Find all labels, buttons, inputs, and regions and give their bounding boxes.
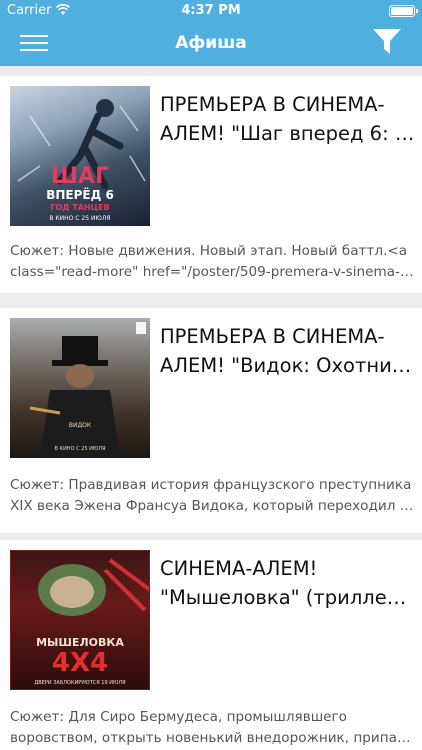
poster-image[interactable]: ВИДОК В КИНО С 25 ИЮЛЯ [10, 318, 150, 458]
post-description-line: Сюжет: Правдивая история французского пр… [10, 477, 412, 493]
post-description-line: XIX века Эжена Франсуа Видока, который п… [10, 498, 414, 514]
battery-icon [389, 5, 418, 17]
poster-subtitle: 4Х4 [51, 648, 109, 678]
post-description-line: воровством, открыть новенький внедорожни… [10, 730, 414, 746]
poster-image[interactable]: МЫШЕЛОВКА 4Х4 ДВЕРИ ЗАБЛОКИРУЮТСЯ 19 ИЮЛ… [10, 550, 150, 690]
post-title-line: ПРЕМЬЕРА В СИНЕМА- [160, 325, 385, 348]
page-title: Афиша [175, 33, 247, 53]
post-title-line: ПРЕМЬЕРА В СИНЕМА- [160, 93, 385, 116]
post-description: Сюжет: Для Сиро Бермудеса, промышлявшего… [10, 707, 414, 749]
post-description-line: class="read-more" href="/poster/509-prem… [10, 264, 414, 280]
poster-image[interactable]: ШАГ ВПЕРЁД 6 ГОД ТАНЦЕВ В КИНО С 25 ИЮЛЯ [10, 86, 150, 226]
clock: 4:37 PM [181, 3, 241, 18]
post-title-line: СИНЕМА-АЛЕМ! [160, 557, 318, 580]
poster-release: В КИНО С 25 ИЮЛЯ [54, 446, 106, 452]
poster-tagline: ГОД ТАНЦЕВ [50, 203, 110, 212]
post-title-line: "Мышеловка" (триллер, 18+) [160, 586, 416, 609]
list-item[interactable]: ШАГ ВПЕРЁД 6 ГОД ТАНЦЕВ В КИНО С 25 ИЮЛЯ… [0, 76, 422, 293]
filter-funnel-icon[interactable] [372, 28, 402, 56]
poster-subtitle: ВПЕРЁД 6 [46, 188, 114, 202]
poster-title: ШАГ [50, 164, 110, 189]
post-description: Сюжет: Правдивая история французского пр… [10, 475, 414, 517]
navigation-header: Carrier 4:37 PM Афиша [0, 0, 422, 66]
post-description-line: Сюжет: Новые движения. Новый этап. Новый… [10, 243, 408, 259]
post-description: Сюжет: Новые движения. Новый этап. Новый… [10, 241, 414, 283]
post-title[interactable]: ПРЕМЬЕРА В СИНЕМА- АЛЕМ! "Шаг вперед 6: … [160, 90, 416, 148]
poster-caption: ВИДОК [68, 422, 92, 429]
list-item[interactable]: МЫШЕЛОВКА 4Х4 ДВЕРИ ЗАБЛОКИРУЮТСЯ 19 ИЮЛ… [0, 540, 422, 750]
hunter-illustration [29, 322, 146, 458]
post-title-line: АЛЕМ! "Шаг вперед 6: Год танцев" [160, 122, 416, 145]
list-item[interactable]: ВИДОК В КИНО С 25 ИЮЛЯ ПРЕМЬЕРА В СИНЕМА… [0, 308, 422, 533]
poster-release: ДВЕРИ ЗАБЛОКИРУЮТСЯ 19 ИЮЛЯ [34, 680, 126, 686]
post-title[interactable]: СИНЕМА-АЛЕМ! "Мышеловка" (триллер, 18+) [160, 554, 416, 612]
post-title[interactable]: ПРЕМЬЕРА В СИНЕМА- АЛЕМ! "Видок: Охотник… [160, 322, 416, 380]
post-title-line: АЛЕМ! "Видок: Охотник на призраков" [160, 354, 416, 377]
status-bar: Carrier 4:37 PM [0, 0, 422, 22]
post-description-line: Сюжет: Для Сиро Бермудеса, промышлявшего [10, 709, 347, 725]
poster-release: В КИНО С 25 ИЮЛЯ [49, 215, 111, 222]
